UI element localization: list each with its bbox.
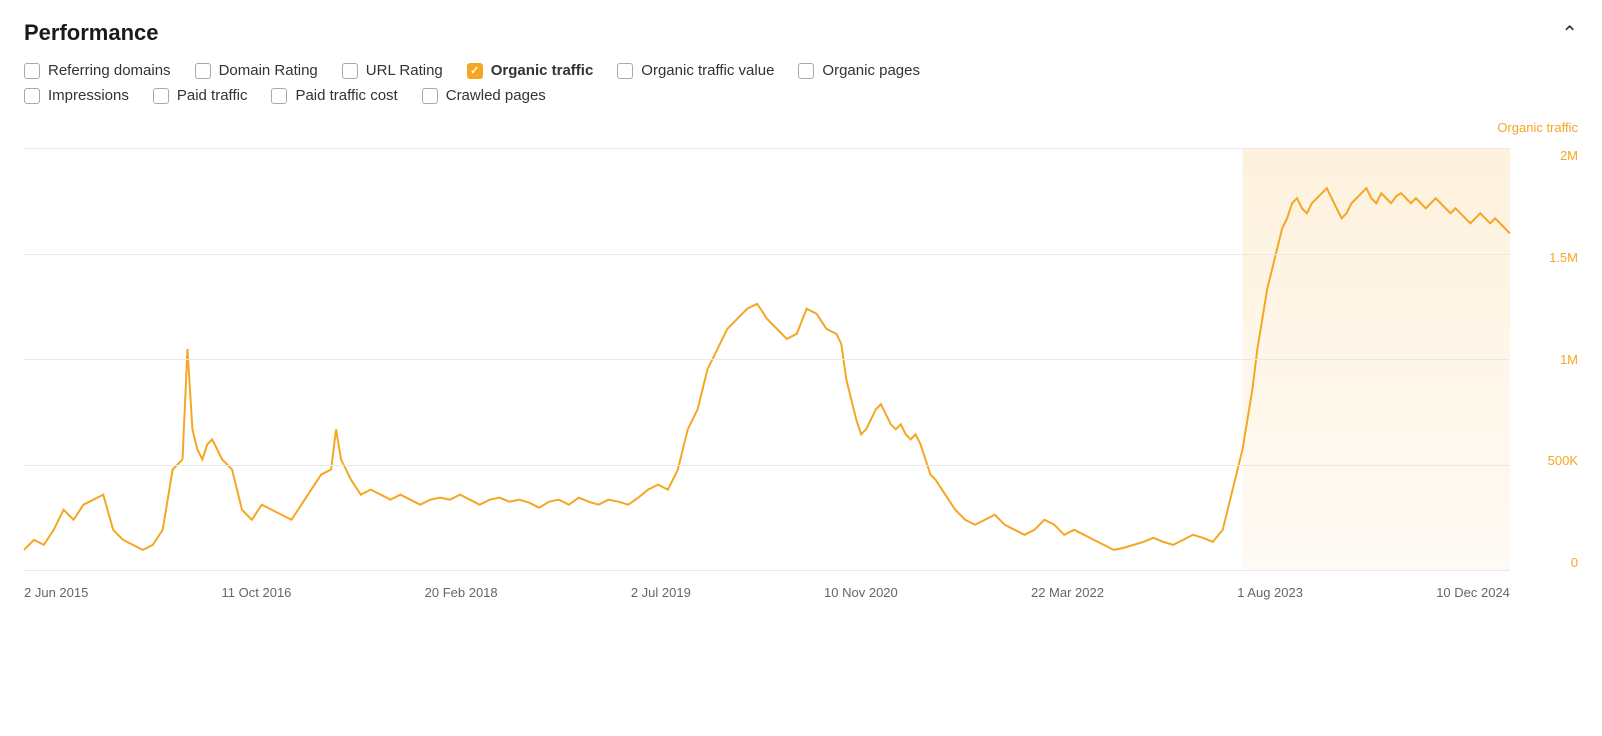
x-label: 2 Jul 2019 (631, 585, 691, 600)
filter-item-paid_traffic_cost[interactable]: Paid traffic cost (271, 87, 397, 104)
checkbox-url_rating[interactable] (342, 63, 358, 79)
checkbox-organic_pages[interactable] (798, 63, 814, 79)
filter-label-organic_pages: Organic pages (822, 62, 920, 79)
filter-row-1: Referring domains Domain Rating URL Rating… (24, 62, 1578, 79)
filter-item-crawled_pages[interactable]: Crawled pages (422, 87, 546, 104)
filter-item-organic_pages[interactable]: Organic pages (798, 62, 920, 79)
grid-line (24, 254, 1510, 255)
panel-title: Performance (24, 20, 159, 46)
checkbox-paid_traffic_cost[interactable] (271, 88, 287, 104)
checkbox-referring_domains[interactable] (24, 63, 40, 79)
y-axis: 2M 1.5M 1M 500K 0 (1518, 148, 1578, 570)
filter-label-paid_traffic_cost: Paid traffic cost (295, 87, 397, 104)
x-axis: 2 Jun 2015 11 Oct 2016 20 Feb 2018 2 Jul 20… (24, 570, 1510, 600)
checkbox-crawled_pages[interactable] (422, 88, 438, 104)
x-label: 20 Feb 2018 (425, 585, 498, 600)
filter-label-organic_traffic_value: Organic traffic value (641, 62, 774, 79)
filter-label-crawled_pages: Crawled pages (446, 87, 546, 104)
grid-lines (24, 148, 1510, 570)
chart-area: Organic traffic 2M 1.5M 1M 500K 0 (24, 120, 1578, 600)
y-label: 0 (1571, 555, 1578, 570)
filter-item-paid_traffic[interactable]: Paid traffic (153, 87, 248, 104)
grid-line (24, 359, 1510, 360)
y-label: 2M (1560, 148, 1578, 163)
checkbox-domain_rating[interactable] (195, 63, 211, 79)
x-label: 1 Aug 2023 (1237, 585, 1303, 600)
checkbox-organic_traffic_value[interactable] (617, 63, 633, 79)
grid-line (24, 465, 1510, 466)
grid-line (24, 148, 1510, 149)
panel-header: Performance ⌃ (24, 20, 1578, 46)
performance-panel: Performance ⌃ Referring domains Domain Ra… (0, 0, 1602, 610)
chart-inner (24, 148, 1510, 570)
filter-item-url_rating[interactable]: URL Rating (342, 62, 443, 79)
checkbox-organic_traffic[interactable] (467, 63, 483, 79)
checkbox-impressions[interactable] (24, 88, 40, 104)
filter-item-organic_traffic_value[interactable]: Organic traffic value (617, 62, 774, 79)
x-label: 10 Nov 2020 (824, 585, 898, 600)
x-label: 22 Mar 2022 (1031, 585, 1104, 600)
filter-label-impressions: Impressions (48, 87, 129, 104)
y-label: 1.5M (1549, 250, 1578, 265)
filter-item-impressions[interactable]: Impressions (24, 87, 129, 104)
filter-item-organic_traffic[interactable]: Organic traffic (467, 62, 594, 79)
filter-label-organic_traffic: Organic traffic (491, 62, 594, 79)
filter-item-domain_rating[interactable]: Domain Rating (195, 62, 318, 79)
chart-legend-label: Organic traffic (1497, 120, 1578, 135)
filter-section: Referring domains Domain Rating URL Rating… (24, 62, 1578, 104)
filter-label-domain_rating: Domain Rating (219, 62, 318, 79)
filter-label-url_rating: URL Rating (366, 62, 443, 79)
filter-label-referring_domains: Referring domains (48, 62, 171, 79)
filter-item-referring_domains[interactable]: Referring domains (24, 62, 171, 79)
y-label: 1M (1560, 352, 1578, 367)
collapse-icon[interactable]: ⌃ (1561, 21, 1578, 46)
filter-label-paid_traffic: Paid traffic (177, 87, 248, 104)
x-label: 10 Dec 2024 (1436, 585, 1510, 600)
filter-row-2: Impressions Paid traffic Paid traffic cost… (24, 87, 1578, 104)
checkbox-paid_traffic[interactable] (153, 88, 169, 104)
x-label: 2 Jun 2015 (24, 585, 88, 600)
y-label: 500K (1548, 453, 1578, 468)
x-label: 11 Oct 2016 (222, 585, 292, 600)
